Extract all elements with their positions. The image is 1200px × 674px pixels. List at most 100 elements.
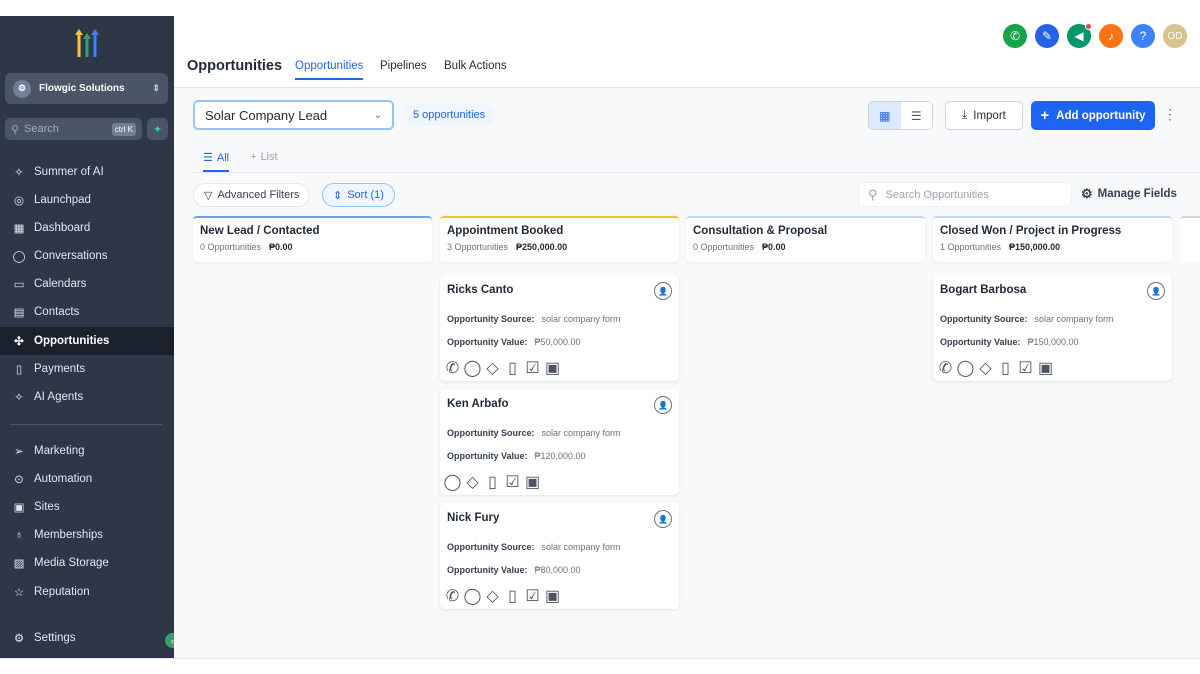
calendar-icon[interactable]: ▣ [1038,360,1053,377]
sidebar-item-launchpad[interactable]: ◎ Launchpad [0,186,174,214]
note-icon[interactable]: ▯ [506,588,519,605]
stage-header[interactable]: Closed Won / Project in Progress 1 Oppor… [933,216,1172,262]
note-icon[interactable]: ▯ [486,474,499,491]
megaphone-icon[interactable]: ◀ [1067,23,1092,48]
tag-icon[interactable]: ◇ [979,360,992,377]
avatar[interactable]: OD [1163,24,1187,48]
task-icon[interactable]: ☑ [525,588,539,605]
note-icon[interactable]: ▯ [506,360,519,377]
tag-icon[interactable]: ◇ [486,360,499,377]
tag-icon[interactable]: ◇ [486,588,499,605]
stage-name: Closed Won / Project in Progress [940,225,1122,237]
sidebar-item-opportunities[interactable]: ✣ Opportunities [0,327,174,355]
sidebar-item-automation[interactable]: ⊙ Automation [0,465,174,493]
sidebar-item-dashboard[interactable]: ▦ Dashboard [0,214,174,242]
sidebar-item-contacts[interactable]: ▤ Contacts [0,298,174,326]
value-row: Opportunity Value: ₱80,000.00 [447,565,581,575]
grid-view-icon[interactable]: ▦ [869,102,901,129]
stage-meta: 0 Opportunities ₱0.00 [693,242,918,252]
phone-icon[interactable]: ✆ [939,360,952,377]
magic-wand-icon[interactable]: ✎ [1035,24,1059,48]
value-label: Opportunity Value: [447,565,528,575]
ai-spark-button[interactable]: ✦ [147,118,168,140]
sidebar-item-memberships[interactable]: ♁ Memberships [0,521,174,549]
opportunity-value: ₱50,000.00 [534,337,581,347]
phone-icon[interactable]: ✆ [1003,24,1027,48]
dashboard-icon: ▦ [13,223,25,235]
subtab-add-list[interactable]: + List [250,151,278,163]
stage-name: Consultation & Proposal [693,225,828,237]
sidebar-item-media-storage[interactable]: ▨ Media Storage [0,549,174,577]
sidebar-item-sites[interactable]: ▣ Sites [0,493,174,521]
task-icon[interactable]: ☑ [505,474,519,491]
org-switcher[interactable]: ⚙ Flowgic Solutions ⇕ [5,73,168,104]
sidebar-item-marketing[interactable]: ➢ Marketing [0,437,174,465]
stage-column: New Lead / Contacted 0 Opportunities ₱0.0… [193,216,432,262]
stage-header[interactable]: Consultation & Proposal 0 Opportunities ₱… [686,216,925,262]
plus-icon: + [250,151,257,163]
stage-count: 1 Opportunities [940,242,1002,252]
assign-user-icon[interactable]: 👤 [654,396,672,414]
search-opportunities-input[interactable]: ⚲ Search Opportunities [858,182,1072,207]
import-button[interactable]: ⤓ Import [945,101,1023,130]
automation-icon: ⊙ [14,474,24,486]
task-icon[interactable]: ☑ [525,360,539,377]
sidebar-item-settings[interactable]: ⚙ Settings [0,624,174,652]
note-icon[interactable]: ▯ [999,360,1012,377]
value-label: Opportunity Value: [447,337,528,347]
tag-icon[interactable]: ◇ [466,474,479,491]
value-row: Opportunity Value: ₱120,000.00 [447,451,586,461]
opportunity-card[interactable]: Bogart Barbosa 👤 Opportunity Source: sola… [933,275,1172,381]
sidebar-item-calendars[interactable]: ▭ Calendars [0,270,174,298]
calendar-icon[interactable]: ▣ [545,360,560,377]
more-options-icon[interactable]: ⋮ [1163,106,1177,123]
stage-total: ₱150,000.00 [1009,242,1061,252]
subtab-all[interactable]: ☰ All [203,151,230,172]
calendar-icon[interactable]: ▣ [545,588,560,605]
tab-pipelines[interactable]: Pipelines [380,60,427,72]
sidebar-item-summer-of-ai[interactable]: ✧ Summer of AI [0,158,174,186]
assign-user-icon[interactable]: 👤 [1147,282,1165,300]
opportunity-card[interactable]: Ken Arbafo 👤 Opportunity Source: solar co… [440,389,679,495]
bell-icon[interactable]: ♪ [1099,24,1123,48]
phone-icon[interactable]: ✆ [446,588,459,605]
phone-icon[interactable]: ✆ [446,360,459,377]
add-opportunity-button[interactable]: + Add opportunity [1031,101,1155,130]
shortcut-badge: ctrl K [111,122,136,136]
chat-icon[interactable]: ◯ [957,360,975,377]
stage-header[interactable]: New Lead / Contacted 0 Opportunities ₱0.0… [193,216,432,262]
pipeline-select[interactable]: Solar Company Lead ⌄ [193,100,394,130]
assign-user-icon[interactable]: 👤 [654,510,672,528]
sidebar-item-reputation[interactable]: ☆ Reputation [0,578,174,606]
tab-opportunities[interactable]: Opportunities [295,60,364,80]
sort-button[interactable]: ⇕ Sort (1) [322,183,395,207]
chat-icon[interactable]: ◯ [464,588,482,605]
download-icon: ⤓ [962,109,968,121]
help-icon[interactable]: ? [1131,24,1155,48]
sidebar-item-payments[interactable]: ▯ Payments [0,355,174,383]
sidebar-divider [10,424,162,425]
value-row: Opportunity Value: ₱50,000.00 [447,337,581,347]
launchpad-icon: ◎ [13,195,25,207]
sidebar-item-label: Contacts [34,306,80,318]
assign-user-icon[interactable]: 👤 [654,282,672,300]
list-view-icon[interactable]: ☰ [901,102,933,129]
task-icon[interactable]: ☑ [1018,360,1032,377]
calendar-icon[interactable]: ▣ [525,474,540,491]
source-label: Opportunity Source: [447,428,535,438]
sidebar-item-conversations[interactable]: ◯ Conversations [0,242,174,270]
sidebar-item-label: Memberships [34,529,104,541]
sidebar-search[interactable]: ⚲ Search ctrl K [5,118,142,140]
opportunity-value: ₱120,000.00 [534,451,586,461]
opportunity-card[interactable]: Nick Fury 👤 Opportunity Source: solar com… [440,503,679,609]
stage-header[interactable]: Appointment Booked 3 Opportunities ₱250,0… [440,216,679,262]
advanced-filters-button[interactable]: ▽ Advanced Filters [193,183,311,207]
sidebar-item-ai-agents[interactable]: ✧ AI Agents [0,383,174,411]
sites-icon: ▣ [13,502,25,514]
manage-fields-button[interactable]: ⚙ Manage Fields [1081,186,1177,202]
tab-bulk-actions[interactable]: Bulk Actions [444,60,507,72]
stage-count: 3 Opportunities [447,242,509,252]
opportunity-card[interactable]: Ricks Canto 👤 Opportunity Source: solar c… [440,275,679,381]
chat-icon[interactable]: ◯ [444,474,462,491]
chat-icon[interactable]: ◯ [464,360,482,377]
